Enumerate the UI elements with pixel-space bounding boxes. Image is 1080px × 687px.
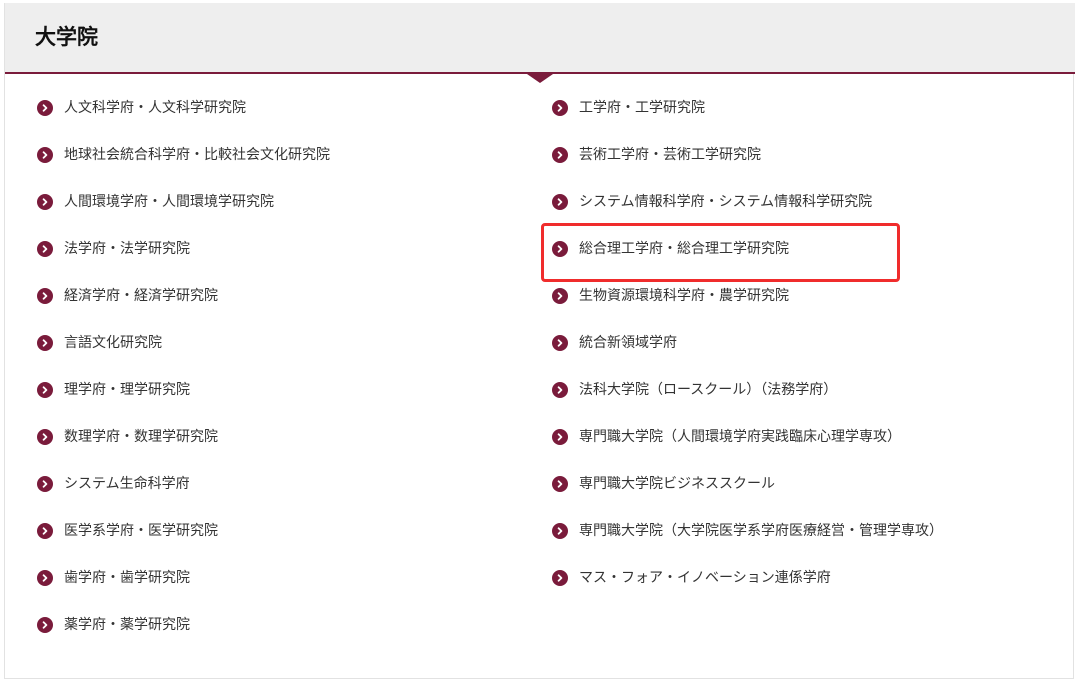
- graduate-school-link-label: 芸術工学府・芸術工学研究院: [579, 147, 761, 163]
- chevron-right-circle-icon: [37, 335, 53, 351]
- graduate-school-link-label: 人文科学府・人文科学研究院: [64, 100, 246, 116]
- chevron-right-circle-icon: [552, 570, 568, 586]
- graduate-school-link[interactable]: 地球社会統合科学府・比較社会文化研究院: [37, 142, 330, 189]
- graduate-school-link-label: 生物資源環境科学府・農学研究院: [579, 288, 789, 304]
- graduate-school-link[interactable]: 法科大学院（ロースクール）（法務学府）: [552, 377, 943, 424]
- chevron-right-circle-icon: [552, 147, 568, 163]
- graduate-school-link[interactable]: 言語文化研究院: [37, 330, 330, 377]
- section-title: 大学院: [35, 25, 98, 49]
- right-link-list: 工学府・工学研究院芸術工学府・芸術工学研究院システム情報科学府・システム情報科学…: [552, 95, 943, 612]
- chevron-right-circle-icon: [37, 429, 53, 445]
- graduate-school-link[interactable]: システム情報科学府・システム情報科学研究院: [552, 189, 943, 236]
- chevron-right-circle-icon: [552, 100, 568, 116]
- graduate-school-link[interactable]: 生物資源環境科学府・農学研究院: [552, 283, 943, 330]
- left-link-list: 人文科学府・人文科学研究院地球社会統合科学府・比較社会文化研究院 人間環境学府・人…: [37, 95, 330, 659]
- graduate-school-link-label: 工学府・工学研究院: [579, 100, 705, 116]
- chevron-right-circle-icon: [552, 523, 568, 539]
- graduate-school-link[interactable]: 法学府・法学研究院: [37, 236, 330, 283]
- graduate-school-link[interactable]: 専門職大学院ビジネススクール: [552, 471, 943, 518]
- graduate-school-link[interactable]: 人文科学府・人文科学研究院: [37, 95, 330, 142]
- chevron-right-circle-icon: [37, 288, 53, 304]
- graduate-school-link[interactable]: 理学府・理学研究院: [37, 377, 330, 424]
- graduate-school-link[interactable]: 人間環境学府・人間環境学研究院: [37, 189, 330, 236]
- chevron-right-circle-icon: [552, 335, 568, 351]
- graduate-school-link-label: 薬学府・薬学研究院: [64, 617, 190, 633]
- graduate-school-link-label: 数理学府・数理学研究院: [64, 429, 218, 445]
- graduate-school-link-label: システム生命科学府: [64, 476, 190, 492]
- chevron-right-circle-icon: [552, 382, 568, 398]
- graduate-school-link-label: 人間環境学府・人間環境学研究院: [64, 194, 274, 210]
- graduate-school-link[interactable]: 経済学府・経済学研究院: [37, 283, 330, 330]
- graduate-school-link[interactable]: 総合理工学府・総合理工学研究院: [552, 236, 943, 283]
- graduate-school-link-label: 地球社会統合科学府・比較社会文化研究院: [64, 147, 330, 163]
- chevron-right-circle-icon: [552, 288, 568, 304]
- graduate-school-link[interactable]: システム生命科学府: [37, 471, 330, 518]
- graduate-school-link-label: 総合理工学府・総合理工学研究院: [579, 241, 789, 257]
- chevron-right-circle-icon: [37, 523, 53, 539]
- chevron-right-circle-icon: [552, 241, 568, 257]
- graduate-school-link-label: 法学府・法学研究院: [64, 241, 190, 257]
- graduate-school-link[interactable]: 数理学府・数理学研究院: [37, 424, 330, 471]
- graduate-school-link[interactable]: 歯学府・歯学研究院: [37, 565, 330, 612]
- graduate-school-link-label: 専門職大学院（大学院医学系学府医療経営・管理学専攻）: [579, 523, 943, 539]
- graduate-school-link[interactable]: 医学系学府・医学研究院: [37, 518, 330, 565]
- graduate-school-link-label: 専門職大学院ビジネススクール: [579, 476, 775, 492]
- chevron-right-circle-icon: [37, 617, 53, 633]
- chevron-right-circle-icon: [37, 100, 53, 116]
- graduate-school-link-label: 言語文化研究院: [64, 335, 162, 351]
- chevron-right-circle-icon: [37, 147, 53, 163]
- chevron-right-circle-icon: [37, 476, 53, 492]
- chevron-right-circle-icon: [552, 429, 568, 445]
- chevron-right-circle-icon: [37, 382, 53, 398]
- chevron-right-circle-icon: [37, 570, 53, 586]
- chevron-right-circle-icon: [37, 241, 53, 257]
- chevron-right-circle-icon: [552, 476, 568, 492]
- graduate-school-link[interactable]: 工学府・工学研究院: [552, 95, 943, 142]
- graduate-school-link-label: 法科大学院（ロースクール）（法務学府）: [579, 382, 838, 398]
- graduate-school-link-label: 歯学府・歯学研究院: [64, 570, 190, 586]
- section-header: 大学院: [5, 3, 1075, 74]
- graduate-school-link-label: 理学府・理学研究院: [64, 382, 190, 398]
- graduate-school-link[interactable]: 専門職大学院（人間環境学府実践臨床心理学専攻）: [552, 424, 943, 471]
- graduate-school-link-label: 医学系学府・医学研究院: [64, 523, 218, 539]
- graduate-school-link[interactable]: 薬学府・薬学研究院: [37, 612, 330, 659]
- graduate-school-link[interactable]: マス・フォア・イノベーション連係学府: [552, 565, 943, 612]
- graduate-school-link-label: 経済学府・経済学研究院: [64, 288, 218, 304]
- graduate-school-link-label: 統合新領域学府: [579, 335, 677, 351]
- header-notch-indicator: [527, 74, 553, 83]
- graduate-school-link[interactable]: 芸術工学府・芸術工学研究院: [552, 142, 943, 189]
- chevron-right-circle-icon: [552, 194, 568, 210]
- graduate-school-link-label: 専門職大学院（人間環境学府実践臨床心理学専攻）: [579, 429, 901, 445]
- graduate-school-link-label: システム情報科学府・システム情報科学研究院: [579, 194, 873, 210]
- graduate-school-link-label: マス・フォア・イノベーション連係学府: [579, 570, 831, 586]
- graduate-school-link[interactable]: 専門職大学院（大学院医学系学府医療経営・管理学専攻）: [552, 518, 943, 565]
- graduate-school-link[interactable]: 統合新領域学府: [552, 330, 943, 377]
- chevron-right-circle-icon: [37, 194, 53, 210]
